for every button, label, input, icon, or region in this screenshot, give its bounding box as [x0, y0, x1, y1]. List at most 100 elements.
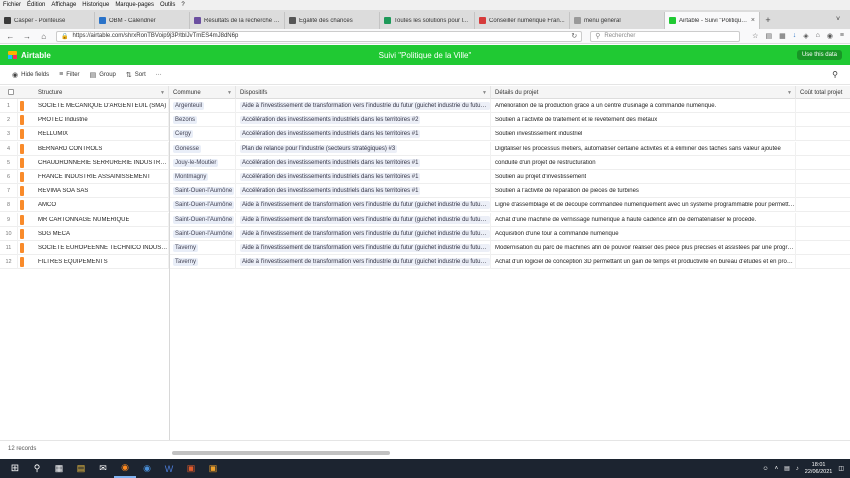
row-expand-handle[interactable]	[20, 101, 24, 111]
horizontal-scrollbar[interactable]	[172, 451, 390, 455]
cell-dispositifs[interactable]: Aide à l'investissement de transformatio…	[236, 226, 491, 241]
thunderbird-icon[interactable]: ◉	[136, 459, 158, 478]
download-icon[interactable]: ↓	[793, 32, 797, 40]
cell-cout[interactable]	[796, 184, 850, 198]
use-this-data-button[interactable]: Use this data	[796, 50, 842, 60]
row-expand-handle[interactable]	[20, 214, 24, 225]
airtable-logo[interactable]: Airtable	[8, 51, 51, 60]
task-view-icon[interactable]: ▦	[48, 459, 70, 478]
cell-cout[interactable]	[796, 170, 850, 184]
cell-cout[interactable]	[796, 213, 850, 227]
browser-tab[interactable]: OBM - Calendrier	[95, 12, 190, 29]
row-expand-handle[interactable]	[20, 157, 24, 168]
cell-cout[interactable]	[796, 227, 850, 241]
cell-dispositifs[interactable]: Aide à l'investissement de transformatio…	[236, 255, 491, 270]
cell-dispositifs[interactable]: Accélération des investissements industr…	[236, 155, 491, 170]
sort-button[interactable]: ⇅ Sort	[126, 71, 146, 79]
chevron-up-icon[interactable]: ˄	[775, 466, 779, 472]
select-all-checkbox[interactable]	[8, 89, 14, 95]
cell-commune[interactable]: Saint-Ouen-l'Aumône	[169, 198, 236, 213]
row-expand-handle[interactable]	[20, 257, 24, 268]
cell-structure[interactable]: FILTRES EQUIPEMENTS	[34, 255, 169, 270]
menu-icon[interactable]: ≡	[840, 32, 844, 40]
browser-tab[interactable]: Égalité des chances	[285, 12, 380, 29]
cell-details[interactable]: Soutien au projet d'investissement	[491, 170, 796, 184]
row-expand-handle[interactable]	[20, 129, 24, 140]
cell-dispositifs[interactable]: Accélération des investissements industr…	[236, 184, 491, 199]
word-icon[interactable]: W	[158, 459, 180, 478]
cell-commune[interactable]: Cergy	[169, 127, 236, 142]
cell-cout[interactable]	[796, 198, 850, 212]
browser-tab[interactable]: Toutes les solutions pour l...	[380, 12, 475, 29]
browser-tab[interactable]: Conseiller numérique Fran...	[475, 12, 570, 29]
cell-structure[interactable]: SDG MECA	[34, 226, 169, 241]
cell-structure[interactable]: SOCIETE EUROPEENNE TECHNICO INDUSTRIELLE	[34, 241, 169, 255]
group-button[interactable]: ▤ Group	[90, 71, 116, 79]
cell-dispositifs[interactable]: Accélération des investissements industr…	[236, 170, 491, 184]
close-icon[interactable]: ×	[751, 17, 755, 24]
cell-dispositifs[interactable]: Accélération des investissements industr…	[236, 113, 491, 128]
extension-icon[interactable]: ◉	[827, 32, 833, 40]
cell-structure[interactable]: RELLUMIX	[34, 127, 169, 142]
hide-fields-button[interactable]: ◉ Hide fields	[12, 71, 49, 79]
row-expand-handle[interactable]	[20, 115, 24, 126]
cell-dispositifs[interactable]: Aide à l'investissement de transformatio…	[236, 99, 491, 113]
cell-dispositifs[interactable]: Accélération des investissements industr…	[236, 127, 491, 142]
firefox-icon[interactable]: ◉	[114, 459, 136, 478]
cell-details[interactable]: Soutien investissement industriel	[491, 127, 796, 142]
cell-commune[interactable]: Montmagny	[169, 170, 236, 184]
cell-structure[interactable]: AMCO	[34, 198, 169, 213]
cell-commune[interactable]: Taverny	[169, 255, 236, 270]
cell-commune[interactable]: Saint-Ouen-l'Aumône	[169, 212, 236, 227]
row-expand-handle[interactable]	[20, 200, 24, 211]
column-header-dispositifs[interactable]: Dispositifs ▼	[236, 86, 491, 99]
column-header-commune[interactable]: Commune ▼	[169, 86, 236, 99]
menu-item-0[interactable]: Fichier	[3, 2, 21, 8]
browser-tab[interactable]: menu général	[570, 12, 665, 29]
system-clock[interactable]: 18:01 22/06/2021	[805, 462, 833, 476]
row-expand-handle[interactable]	[20, 243, 24, 253]
mail-icon[interactable]: ✉	[92, 459, 114, 478]
cell-cout[interactable]	[796, 113, 850, 127]
table-row[interactable]: 10 SDG MECA Saint-Ouen-l'Aumône Aide à l'in…	[0, 226, 850, 241]
tab-list-icon[interactable]: ˅	[836, 16, 850, 23]
url-input[interactable]: 🔒 https://airtable.com/shrxRonTBVoip9j3P…	[56, 30, 583, 42]
reload-icon[interactable]: ↻	[571, 32, 577, 40]
table-row[interactable]: 8 AMCO Saint-Ouen-l'Aumône Aide à l'investi…	[0, 198, 850, 213]
file-explorer-icon[interactable]: ▤	[70, 459, 92, 478]
menu-item-6[interactable]: ?	[181, 2, 184, 8]
cell-structure[interactable]: REVIMA SOA SAS	[34, 184, 169, 199]
browser-tab[interactable]: Airtable - Suivi "Politique ... ×	[665, 12, 760, 29]
cell-cout[interactable]	[796, 255, 850, 269]
browser-tab[interactable]: Casper - Pointeuse	[0, 12, 95, 29]
cell-commune[interactable]: Saint-Ouen-l'Aumône	[169, 184, 236, 199]
cell-structure[interactable]: FRANCE INDUSTRIE ASSAINISSEMENT	[34, 170, 169, 184]
forward-icon[interactable]: →	[23, 32, 32, 41]
notification-icon[interactable]: ◫	[838, 465, 844, 472]
new-tab-button[interactable]: +	[760, 15, 776, 25]
row-expand-handle[interactable]	[20, 186, 24, 197]
menu-item-1[interactable]: Édition	[27, 2, 45, 8]
grid-search-icon[interactable]: ⚲	[832, 70, 838, 79]
cell-details[interactable]: Digitaliser les processus métiers, autom…	[491, 141, 796, 156]
network-icon[interactable]: ▤	[784, 465, 790, 472]
search-taskbar-icon[interactable]: ⚲	[26, 459, 48, 478]
row-expand-handle[interactable]	[20, 228, 24, 239]
cell-structure[interactable]: MR CARTONNAGE NUMERIQUE	[34, 212, 169, 227]
cell-details[interactable]: Soutien à l'activité de traitement et le…	[491, 113, 796, 128]
cell-structure[interactable]: CHAUDRONNERIE SERRURERIE INDUSTRIELLE	[34, 155, 169, 170]
cell-commune[interactable]: Saint-Ouen-l'Aumône	[169, 226, 236, 241]
cell-details[interactable]: conduite d'un projet de restructuration	[491, 155, 796, 170]
star-icon[interactable]: ☆	[752, 32, 758, 40]
shield-icon[interactable]: ◈	[803, 32, 808, 40]
cell-cout[interactable]	[796, 156, 850, 170]
table-row[interactable]: 6 FRANCE INDUSTRIE ASSAINISSEMENT Montmagn…	[0, 170, 850, 184]
cell-dispositifs[interactable]: Plan de relance pour l'industrie (secteu…	[236, 141, 491, 156]
cell-cout[interactable]	[796, 99, 850, 113]
row-expand-handle[interactable]	[20, 172, 24, 182]
more-options-button[interactable]: ···	[156, 72, 162, 78]
table-row[interactable]: 5 CHAUDRONNERIE SERRURERIE INDUSTRIELLE Jo…	[0, 155, 850, 170]
table-row[interactable]: 4 BERNARD CONTROLS Gonesse Plan de relance …	[0, 141, 850, 156]
cell-cout[interactable]	[796, 127, 850, 141]
menu-item-5[interactable]: Outils	[160, 2, 175, 8]
